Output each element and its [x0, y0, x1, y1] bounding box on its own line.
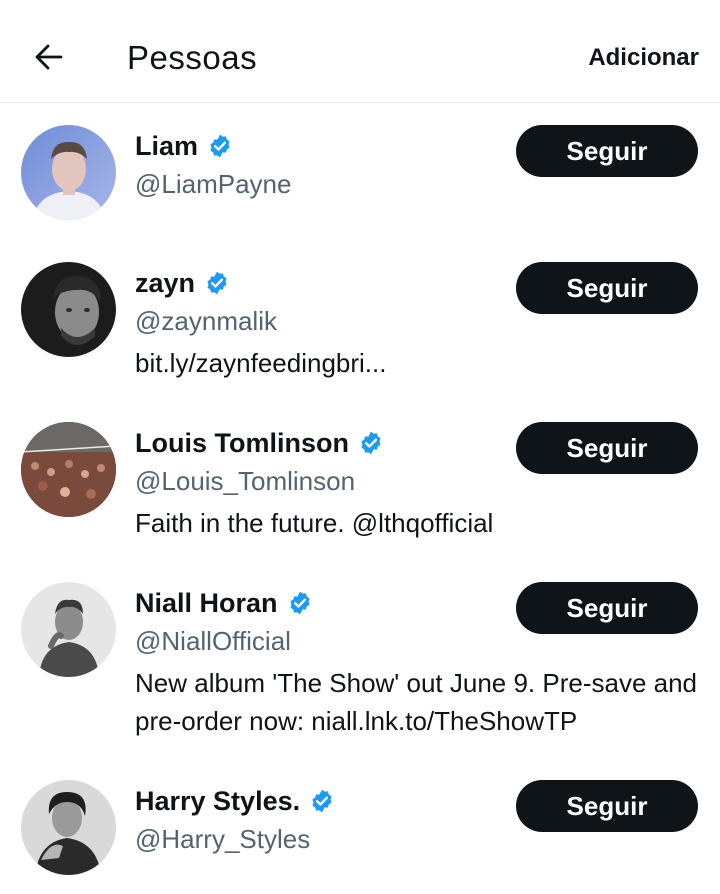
avatar[interactable]: [21, 780, 116, 875]
follow-button[interactable]: Seguir: [516, 262, 698, 314]
follow-button[interactable]: Seguir: [516, 125, 698, 177]
name-row: Niall Horan: [135, 583, 313, 623]
user-bio[interactable]: bit.ly/zaynfeedingbri...: [135, 344, 705, 382]
user-name: Louis Tomlinson: [135, 428, 349, 458]
user-handle: @Louis_Tomlinson: [135, 466, 356, 496]
verified-badge-icon: [204, 270, 230, 296]
user-bio[interactable]: New album 'The Show' out June 9. Pre-sav…: [135, 664, 705, 740]
user-row-liam[interactable]: Liam @LiamPayne Seguir: [0, 125, 720, 245]
verified-badge-icon: [358, 430, 384, 456]
user-row-harry-styles[interactable]: Harry Styles. @Harry_Styles Seguir: [0, 780, 720, 890]
avatar[interactable]: [21, 582, 116, 677]
avatar[interactable]: [21, 125, 116, 220]
page-title: Pessoas: [127, 39, 258, 76]
user-handle: @zaynmalik: [135, 306, 277, 336]
user-name: zayn: [135, 268, 196, 298]
verified-badge-icon: [207, 133, 233, 159]
verified-badge-icon: [309, 788, 335, 814]
user-row-niall-horan[interactable]: Niall Horan @NiallOfficial New album 'Th…: [0, 582, 720, 752]
follow-button[interactable]: Seguir: [516, 582, 698, 634]
user-bio: Faith in the future. @lthqofficial: [135, 508, 494, 538]
user-row-zayn[interactable]: zayn @zaynmalik bit.ly/zaynfeedingbri...…: [0, 262, 720, 402]
avatar[interactable]: [21, 422, 116, 517]
follow-button[interactable]: Seguir: [516, 422, 698, 474]
name-row: Louis Tomlinson: [135, 423, 384, 463]
add-button[interactable]: Adicionar: [588, 43, 699, 73]
follow-button[interactable]: Seguir: [516, 780, 698, 832]
name-row: Liam: [135, 126, 233, 166]
user-handle: @LiamPayne: [135, 169, 292, 199]
user-name: Harry Styles.: [135, 786, 301, 816]
user-handle: @Harry_Styles: [135, 824, 311, 854]
verified-badge-icon: [287, 590, 313, 616]
user-handle: @NiallOfficial: [135, 626, 291, 656]
name-row: zayn: [135, 263, 230, 303]
arrow-left-icon: [35, 44, 63, 70]
name-row: Harry Styles.: [135, 781, 335, 821]
top-app-bar: Pessoas Adicionar: [0, 0, 720, 103]
user-name: Liam: [135, 131, 199, 161]
back-button[interactable]: [20, 28, 78, 86]
user-name: Niall Horan: [135, 588, 278, 618]
user-row-louis-tomlinson[interactable]: Louis Tomlinson @Louis_Tomlinson Faith i…: [0, 422, 720, 562]
avatar[interactable]: [21, 262, 116, 357]
